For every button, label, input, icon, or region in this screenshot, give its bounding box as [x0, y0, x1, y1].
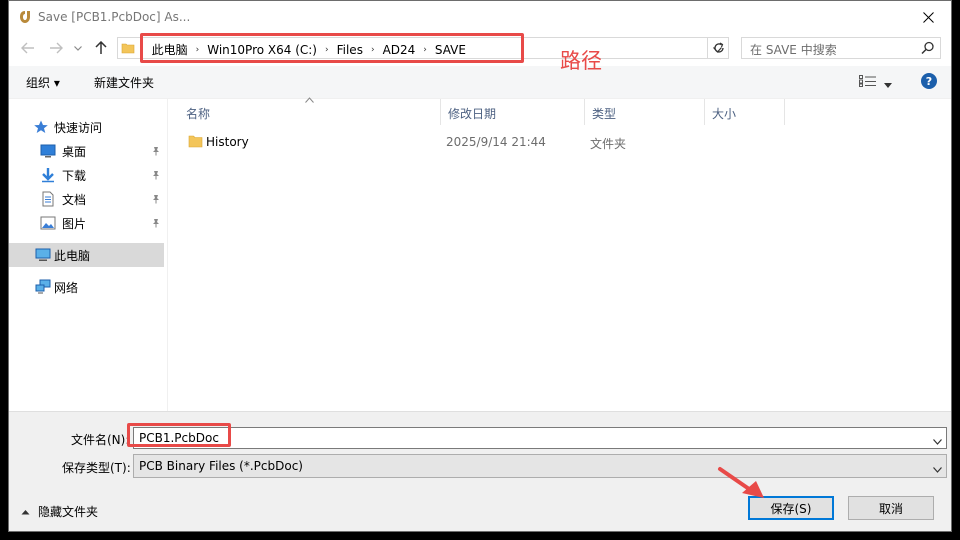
pictures-icon [40, 215, 56, 231]
pin-icon[interactable] [151, 169, 161, 183]
path-annotation-label: 路径 [560, 49, 602, 73]
forward-button[interactable] [47, 39, 65, 57]
folder-icon [121, 41, 135, 58]
filename-label: 文件名(N): [71, 433, 130, 447]
sidebar-item-label: 桌面 [62, 145, 87, 159]
table-row[interactable]: History 2025/9/14 21:44 文件夹 [168, 131, 768, 153]
window-title: Save [PCB1.PcbDoc] As... [38, 10, 191, 24]
pin-icon[interactable] [151, 193, 161, 207]
recent-dropdown-button[interactable] [69, 39, 87, 57]
file-type: 文件夹 [590, 137, 627, 151]
desktop-icon [40, 143, 56, 159]
column-header-name[interactable]: 名称 [178, 99, 440, 125]
filename-highlight-box [127, 423, 231, 447]
hide-folders-toggle[interactable]: 隐藏文件夹 [21, 503, 98, 520]
download-icon [40, 167, 56, 183]
caret-down-icon [884, 83, 892, 88]
chevron-down-icon [74, 45, 82, 51]
save-as-dialog: Save [PCB1.PcbDoc] As... › 此电脑 › Win10Pro X… [8, 0, 952, 532]
sidebar-item-label: 快速访问 [54, 121, 103, 135]
search-box[interactable]: 在 SAVE 中搜索 [741, 37, 941, 59]
view-options-icon[interactable] [859, 75, 877, 90]
filename-dropdown-button[interactable] [933, 434, 942, 448]
save-button[interactable]: 保存(S) [748, 496, 834, 520]
navigation-pane: 快速访问桌面下载文档图片此电脑网络 [9, 99, 167, 411]
arrow-up-icon [95, 41, 107, 54]
sidebar-item-label: 网络 [54, 281, 79, 295]
sidebar-item[interactable]: 网络 [9, 275, 164, 299]
organize-button[interactable]: 组织 ▾ [26, 74, 60, 91]
column-separator[interactable] [784, 99, 785, 125]
close-icon [922, 11, 934, 23]
filetype-dropdown-button[interactable] [933, 462, 942, 476]
folder-icon [188, 134, 203, 151]
search-icon [921, 41, 935, 58]
file-list: 名称 修改日期 类型 大小 History 2025/9/14 21:44 文件… [168, 97, 951, 411]
star-icon [33, 119, 49, 135]
filetype-label: 保存类型(T): [62, 461, 131, 475]
sidebar-item[interactable]: 桌面 [9, 139, 164, 163]
filename-field[interactable]: PCB1.PcbDoc [133, 427, 947, 449]
computer-icon [35, 247, 51, 263]
column-header-type[interactable]: 类型 [584, 99, 704, 125]
sidebar-item[interactable]: 快速访问 [9, 115, 164, 139]
column-header-size[interactable]: 大小 [704, 99, 784, 125]
command-toolbar: 组织 ▾ 新建文件夹 ? [9, 66, 951, 99]
close-button[interactable] [905, 1, 951, 33]
file-date: 2025/9/14 21:44 [446, 135, 546, 149]
arrow-left-icon [21, 42, 34, 54]
altium-app-icon [19, 10, 31, 27]
title-bar[interactable]: Save [PCB1.PcbDoc] As... [9, 1, 951, 33]
sidebar-item[interactable]: 图片 [9, 211, 164, 235]
filetype-value: PCB Binary Files (*.PcbDoc) [139, 459, 303, 473]
hide-folders-label: 隐藏文件夹 [38, 505, 99, 519]
sidebar-item[interactable]: 文档 [9, 187, 164, 211]
new-folder-button[interactable]: 新建文件夹 [94, 74, 154, 91]
refresh-button[interactable] [707, 37, 730, 59]
sidebar-item[interactable]: 此电脑 [9, 243, 164, 267]
caret-up-icon [21, 509, 30, 514]
sidebar-item-label: 此电脑 [54, 249, 91, 263]
help-icon[interactable]: ? [921, 73, 937, 89]
pin-icon[interactable] [151, 217, 161, 231]
sidebar-item[interactable]: 下载 [9, 163, 164, 187]
chevron-down-icon [933, 467, 942, 473]
back-button[interactable] [19, 39, 37, 57]
arrow-right-icon [50, 42, 63, 54]
cancel-button[interactable]: 取消 [848, 496, 934, 520]
refresh-icon [714, 42, 724, 53]
sidebar-item-label: 图片 [62, 217, 87, 231]
chevron-down-icon [933, 439, 942, 445]
path-highlight-box [140, 33, 524, 63]
document-icon [40, 191, 56, 207]
up-button[interactable] [92, 39, 110, 57]
network-icon [35, 279, 51, 295]
view-dropdown-button[interactable] [884, 77, 892, 91]
filetype-select[interactable]: PCB Binary Files (*.PcbDoc) [133, 454, 947, 478]
search-input[interactable]: 在 SAVE 中搜索 [750, 41, 837, 58]
annotation-arrow-icon [718, 467, 764, 498]
sidebar-item-label: 下载 [62, 169, 87, 183]
column-header-date[interactable]: 修改日期 [440, 99, 584, 125]
file-name: History [206, 135, 249, 149]
sidebar-item-label: 文档 [62, 193, 87, 207]
pin-icon[interactable] [151, 145, 161, 159]
